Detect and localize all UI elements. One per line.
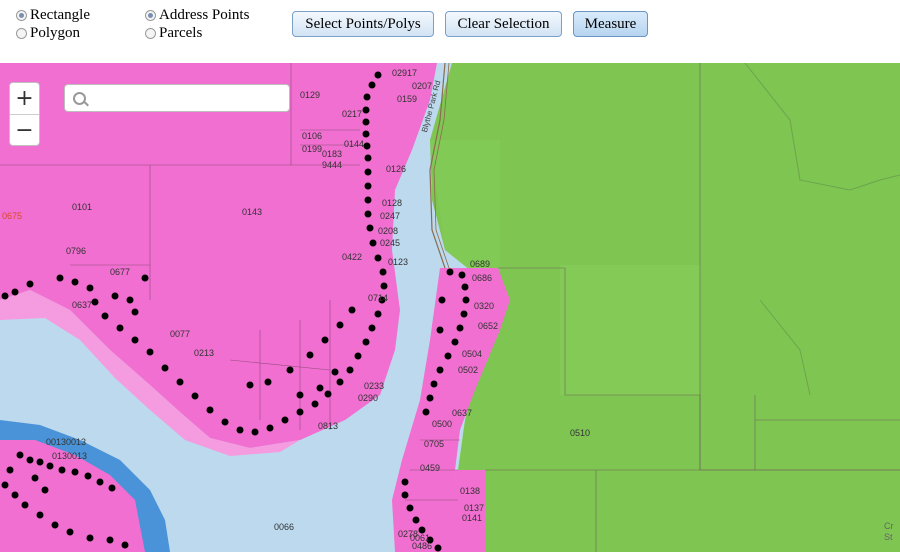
parcel-label: 02917 <box>392 68 418 78</box>
parcel-label: 0502 <box>458 365 479 375</box>
parcel-label: 0686 <box>472 273 493 283</box>
parcel-label: 0247 <box>380 211 401 221</box>
parcel-label: 0245 <box>380 238 401 248</box>
parcel-label: 0677 <box>110 267 131 277</box>
clear-selection-button[interactable]: Clear Selection <box>445 11 562 37</box>
parcel-label: 0141 <box>462 513 483 523</box>
parcel-label: 0217 <box>342 109 363 119</box>
parcel-label: 0500 <box>432 419 453 429</box>
parcel-label: 0278 <box>398 529 419 539</box>
parcel-label: 0459 <box>420 463 441 473</box>
parcel-label: 0130013 <box>52 451 88 461</box>
parcel-label: 0138 <box>460 486 481 496</box>
zoom-control: + − <box>9 82 40 146</box>
parcel-label: 0504 <box>462 349 483 359</box>
parcels-label: Parcels <box>159 25 203 41</box>
zoom-in-button[interactable]: + <box>10 83 39 114</box>
parcel-label: 0637 <box>72 300 93 310</box>
parcel-label: 0183 <box>322 149 343 159</box>
polygon-radio[interactable]: Polygon <box>16 25 80 42</box>
rectangle-label: Rectangle <box>30 7 90 23</box>
parcel-label: 0422 <box>342 252 363 262</box>
parcel-label: 0128 <box>382 198 403 208</box>
parcel-label: 0144 <box>344 139 365 149</box>
parcel-label: 0213 <box>194 348 215 358</box>
toolbar: Rectangle Polygon Address Points Parcels… <box>0 0 900 64</box>
parcel-label: 0123 <box>388 257 409 267</box>
measure-button[interactable]: Measure <box>573 11 648 37</box>
parcel-label: 0126 <box>386 164 407 174</box>
parcel-label: 0077 <box>170 329 191 339</box>
parcel-label: 0813 <box>318 421 339 431</box>
radio-selected-icon <box>16 10 27 21</box>
parcel-label: 0143 <box>242 207 263 217</box>
parcels-radio[interactable]: Parcels <box>145 25 202 42</box>
search-input[interactable] <box>93 88 287 110</box>
radio-unselected-icon <box>145 28 156 39</box>
map-view[interactable]: 0129 02917 0207 0159 0217 0106 0199 0183… <box>0 63 900 552</box>
parcel-label: 0233 <box>364 381 385 391</box>
parcel-label: 0101 <box>72 202 93 212</box>
parcel-label: 0290 <box>358 393 379 403</box>
parcel-label: 0199 <box>302 144 323 154</box>
parcel-label: 0675 <box>2 211 23 221</box>
parcel-label: 0486 <box>412 541 433 551</box>
parcel-label: 0714 <box>368 293 389 303</box>
select-points-polys-button[interactable]: Select Points/Polys <box>292 11 434 37</box>
parcel-label: 0208 <box>378 226 399 236</box>
map-canvas[interactable] <box>0 63 900 552</box>
parcel-label: 9444 <box>322 160 343 170</box>
parcel-label: 0689 <box>470 259 491 269</box>
parcel-label: 0106 <box>302 131 323 141</box>
parcel-label: 0066 <box>274 522 295 532</box>
parcel-label: 0637 <box>452 408 473 418</box>
radio-unselected-icon <box>16 28 27 39</box>
map-search-box[interactable] <box>64 84 290 112</box>
parcel-label: 0129 <box>300 90 321 100</box>
zoom-out-button[interactable]: − <box>10 115 39 146</box>
parcel-label: 0137 <box>464 503 485 513</box>
parcel-label: 00130013 <box>46 437 87 447</box>
polygon-label: Polygon <box>30 25 81 41</box>
parcel-label: 0159 <box>397 94 418 104</box>
parcel-label: 0705 <box>424 439 445 449</box>
parcel-label: 0320 <box>474 301 495 311</box>
address-points-radio[interactable]: Address Points <box>145 7 249 24</box>
parcel-label: 0796 <box>66 246 87 256</box>
parcel-label: 0652 <box>478 321 499 331</box>
search-icon <box>73 92 86 105</box>
address-points-label: Address Points <box>159 7 250 23</box>
parcel-label: 0207 <box>412 81 433 91</box>
green-parcel-light <box>560 265 700 395</box>
parcel-label: 0510 <box>570 428 591 438</box>
radio-selected-icon <box>145 10 156 21</box>
corner-label: Cr St <box>884 521 894 542</box>
rectangle-radio[interactable]: Rectangle <box>16 7 90 24</box>
